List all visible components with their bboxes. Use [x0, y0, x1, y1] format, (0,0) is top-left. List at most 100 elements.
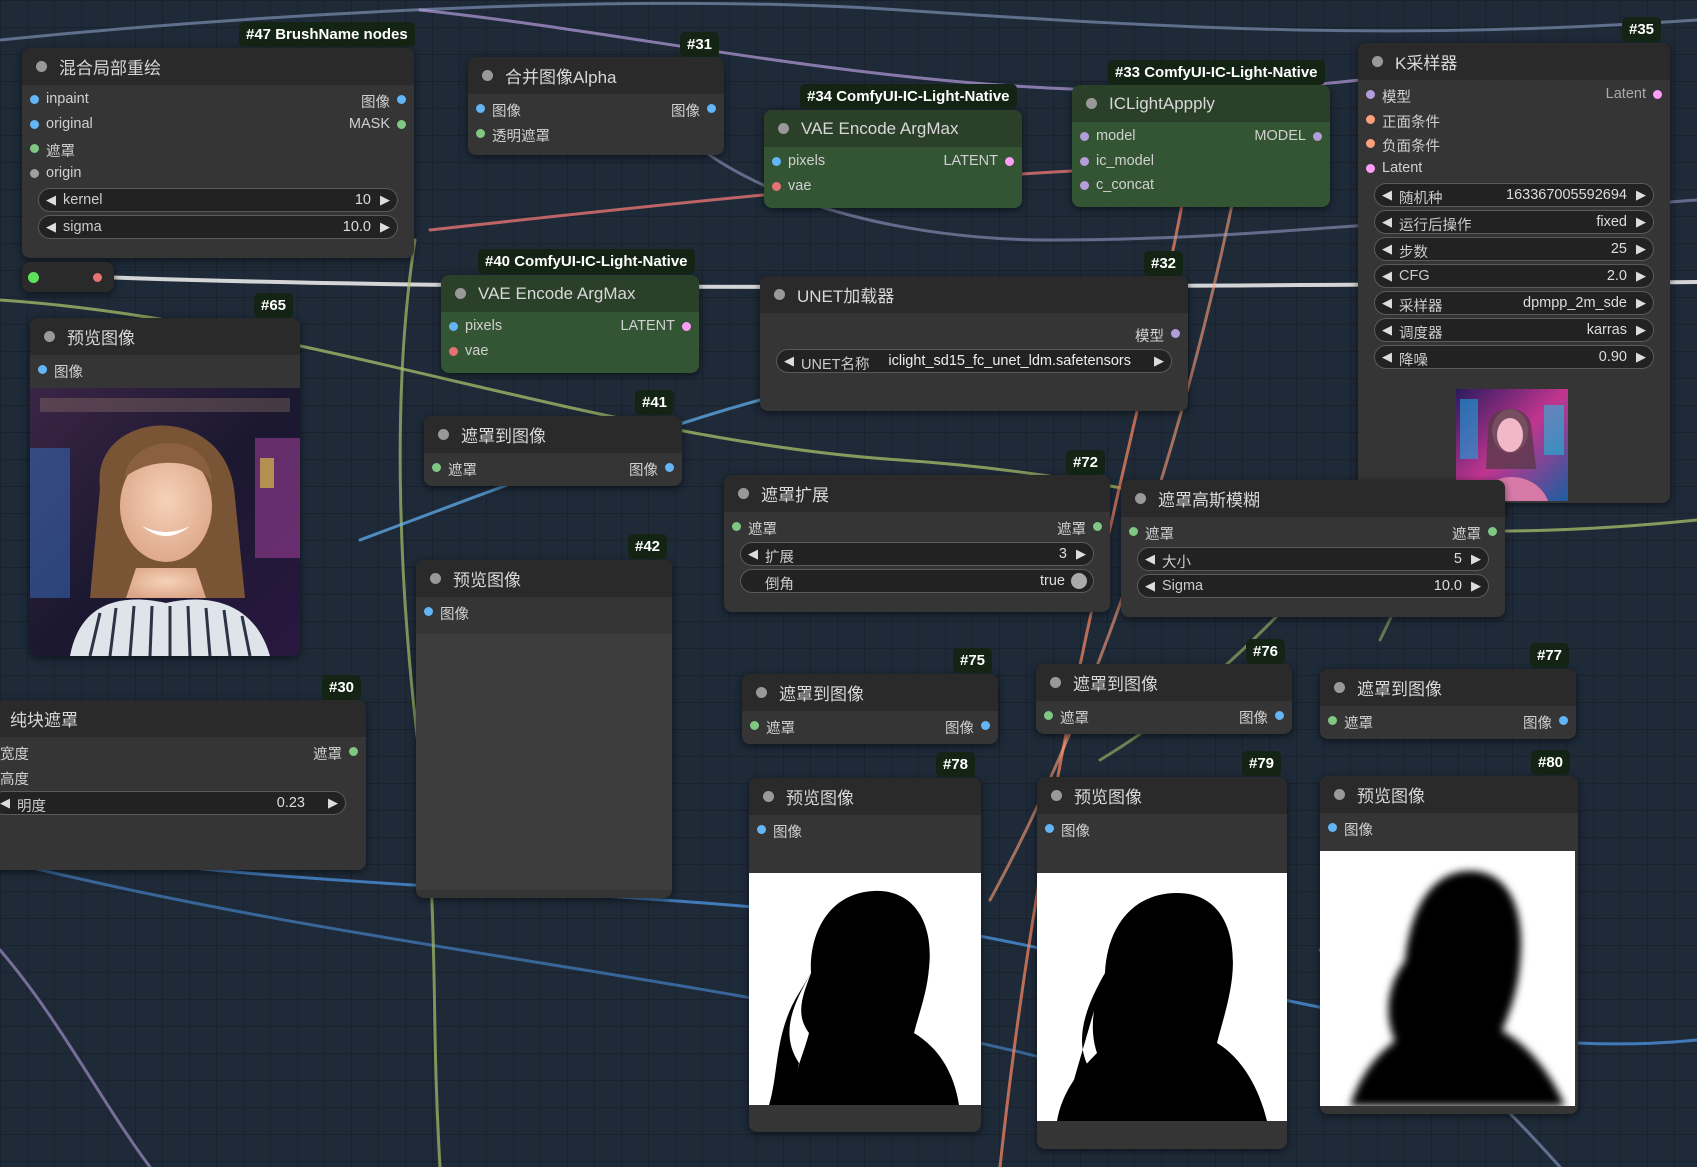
- output-slot-icon[interactable]: [397, 119, 406, 129]
- collapse-dot-icon[interactable]: [763, 791, 774, 802]
- denoise-widget[interactable]: ◀ 降噪 0.90 ▶: [1374, 345, 1654, 369]
- node-preview-image-80[interactable]: 预览图像 图像: [1320, 776, 1578, 1114]
- input-slot-icon[interactable]: [30, 168, 39, 178]
- output-slot-icon[interactable]: [682, 322, 691, 331]
- input-slot-icon[interactable]: [1045, 824, 1054, 833]
- collapse-dot-icon[interactable]: [1372, 56, 1383, 67]
- sampler-widget[interactable]: ◀ 采样器 dpmpp_2m_sde ▶: [1374, 291, 1654, 315]
- output-slot-icon[interactable]: [1488, 527, 1497, 536]
- node-preview-image-78[interactable]: 预览图像 图像: [749, 778, 981, 1132]
- increment-arrow-icon[interactable]: ▶: [380, 192, 390, 208]
- unet-name-widget[interactable]: ◀ UNET名称 iclight_sd15_fc_unet_ldm.safetens…: [776, 348, 1172, 373]
- output-slot-icon[interactable]: [665, 463, 674, 472]
- decrement-arrow-icon[interactable]: ◀: [1382, 187, 1392, 203]
- input-slot-icon[interactable]: [750, 721, 759, 730]
- sigma-widget[interactable]: ◀ sigma 10.0 ▶: [38, 215, 398, 239]
- node-mask-to-image-75[interactable]: 遮罩到图像 遮罩 图像: [742, 674, 998, 744]
- collapse-dot-icon[interactable]: [36, 61, 47, 72]
- input-slot-icon[interactable]: [1366, 90, 1375, 99]
- input-slot-icon[interactable]: [1328, 716, 1337, 725]
- output-slot-icon[interactable]: [1171, 329, 1180, 338]
- node-mask-to-image-76[interactable]: 遮罩到图像 遮罩 图像: [1036, 664, 1292, 734]
- input-slot-icon[interactable]: [1366, 114, 1375, 124]
- input-slot-icon[interactable]: [38, 365, 47, 374]
- output-slot-icon[interactable]: [1093, 522, 1102, 531]
- node-join-image-alpha[interactable]: 合并图像Alpha 图像 图像 透明遮罩: [468, 57, 724, 155]
- decrement-arrow-icon[interactable]: ◀: [784, 353, 794, 369]
- collapse-dot-icon[interactable]: [482, 70, 493, 81]
- node-header[interactable]: VAE Encode ArgMax: [441, 275, 699, 312]
- toggle-knob-icon[interactable]: [1071, 572, 1087, 589]
- input-slot-icon[interactable]: [30, 95, 39, 104]
- output-slot-icon[interactable]: [349, 747, 358, 756]
- node-header[interactable]: 预览图像: [1037, 777, 1287, 814]
- decrement-arrow-icon[interactable]: ◀: [1382, 349, 1392, 365]
- node-header[interactable]: 遮罩到图像: [742, 674, 998, 711]
- collapse-dot-icon[interactable]: [1050, 677, 1061, 688]
- decrement-arrow-icon[interactable]: ◀: [1382, 241, 1392, 257]
- reroute-node[interactable]: [22, 262, 114, 292]
- output-slot-icon[interactable]: [981, 721, 990, 730]
- steps-widget[interactable]: ◀ 步数 25 ▶: [1374, 237, 1654, 261]
- increment-arrow-icon[interactable]: ▶: [1636, 268, 1646, 284]
- output-slot-icon[interactable]: [1559, 716, 1568, 725]
- decrement-arrow-icon[interactable]: ◀: [748, 546, 758, 562]
- increment-arrow-icon[interactable]: ▶: [1636, 214, 1646, 230]
- increment-arrow-icon[interactable]: ▶: [328, 795, 338, 811]
- collapse-dot-icon[interactable]: [1334, 789, 1345, 800]
- decrement-arrow-icon[interactable]: ◀: [46, 192, 56, 208]
- reroute-output-icon[interactable]: [93, 273, 102, 282]
- cfg-widget[interactable]: ◀ CFG 2.0 ▶: [1374, 264, 1654, 288]
- node-preview-image-79[interactable]: 预览图像 图像: [1037, 777, 1287, 1149]
- node-header[interactable]: 预览图像: [416, 560, 672, 597]
- output-slot-icon[interactable]: [397, 95, 406, 104]
- node-header[interactable]: 预览图像: [749, 778, 981, 815]
- node-solid-mask[interactable]: 纯块遮罩 宽度 遮罩 高度 ◀ 明度 0.23 ▶: [0, 700, 366, 870]
- node-blend-inpaint[interactable]: 混合局部重绘 inpaint 图像 original MASK 遮罩 origin …: [22, 48, 414, 258]
- collapse-dot-icon[interactable]: [774, 289, 785, 300]
- decrement-arrow-icon[interactable]: ◀: [1382, 214, 1392, 230]
- collapse-dot-icon[interactable]: [430, 573, 441, 584]
- increment-arrow-icon[interactable]: ▶: [1636, 241, 1646, 257]
- increment-arrow-icon[interactable]: ▶: [380, 219, 390, 235]
- blur-size-widget[interactable]: ◀ 大小 5 ▶: [1137, 546, 1489, 571]
- control-after-generate-widget[interactable]: ◀ 运行后操作 fixed ▶: [1374, 210, 1654, 234]
- seed-widget[interactable]: ◀ 随机种 163367005592694 ▶: [1374, 183, 1654, 207]
- node-header[interactable]: 遮罩扩展: [724, 475, 1110, 512]
- node-header[interactable]: 遮罩到图像: [1036, 664, 1292, 701]
- collapse-dot-icon[interactable]: [1334, 682, 1345, 693]
- increment-arrow-icon[interactable]: ▶: [1636, 349, 1646, 365]
- value-widget[interactable]: ◀ 明度 0.23 ▶: [0, 791, 346, 815]
- node-header[interactable]: 合并图像Alpha: [468, 57, 724, 94]
- node-ksampler[interactable]: K采样器 模型 Latent 正面条件 负面条件 Latent ◀ 随机种 16336…: [1358, 43, 1670, 503]
- node-header[interactable]: 遮罩到图像: [424, 416, 682, 453]
- node-vae-encode-argmax-34[interactable]: VAE Encode ArgMax pixels LATENT vae: [764, 110, 1022, 208]
- node-header[interactable]: UNET加载器: [760, 276, 1188, 313]
- input-slot-icon[interactable]: [30, 144, 39, 153]
- increment-arrow-icon[interactable]: ▶: [1636, 295, 1646, 311]
- decrement-arrow-icon[interactable]: ◀: [46, 219, 56, 235]
- input-slot-icon[interactable]: [432, 463, 441, 472]
- node-unet-loader[interactable]: UNET加载器 模型 ◀ UNET名称 iclight_sd15_fc_unet_l…: [760, 276, 1188, 411]
- input-slot-icon[interactable]: [476, 104, 485, 113]
- increment-arrow-icon[interactable]: ▶: [1154, 353, 1164, 369]
- input-slot-icon[interactable]: [449, 346, 458, 356]
- input-slot-icon[interactable]: [1328, 823, 1337, 832]
- output-slot-icon[interactable]: [1005, 157, 1014, 166]
- node-header[interactable]: VAE Encode ArgMax: [764, 110, 1022, 147]
- node-mask-gaussian-blur[interactable]: 遮罩高斯模糊 遮罩 遮罩 ◀ 大小 5 ▶ ◀ Sigma 10.0 ▶: [1121, 480, 1505, 617]
- decrement-arrow-icon[interactable]: ◀: [1145, 578, 1155, 594]
- input-slot-icon[interactable]: [1080, 156, 1089, 166]
- kernel-widget[interactable]: ◀ kernel 10 ▶: [38, 188, 398, 212]
- collapse-dot-icon[interactable]: [738, 488, 749, 499]
- blur-sigma-widget[interactable]: ◀ Sigma 10.0 ▶: [1137, 573, 1489, 598]
- output-slot-icon[interactable]: [1275, 711, 1284, 720]
- input-slot-icon[interactable]: [1044, 711, 1053, 720]
- decrement-arrow-icon[interactable]: ◀: [0, 795, 10, 811]
- output-slot-icon[interactable]: [1313, 132, 1322, 141]
- increment-arrow-icon[interactable]: ▶: [1636, 187, 1646, 203]
- node-header[interactable]: K采样器: [1358, 43, 1670, 80]
- collapse-dot-icon[interactable]: [756, 687, 767, 698]
- input-slot-icon[interactable]: [1080, 181, 1089, 190]
- input-slot-icon[interactable]: [424, 607, 433, 616]
